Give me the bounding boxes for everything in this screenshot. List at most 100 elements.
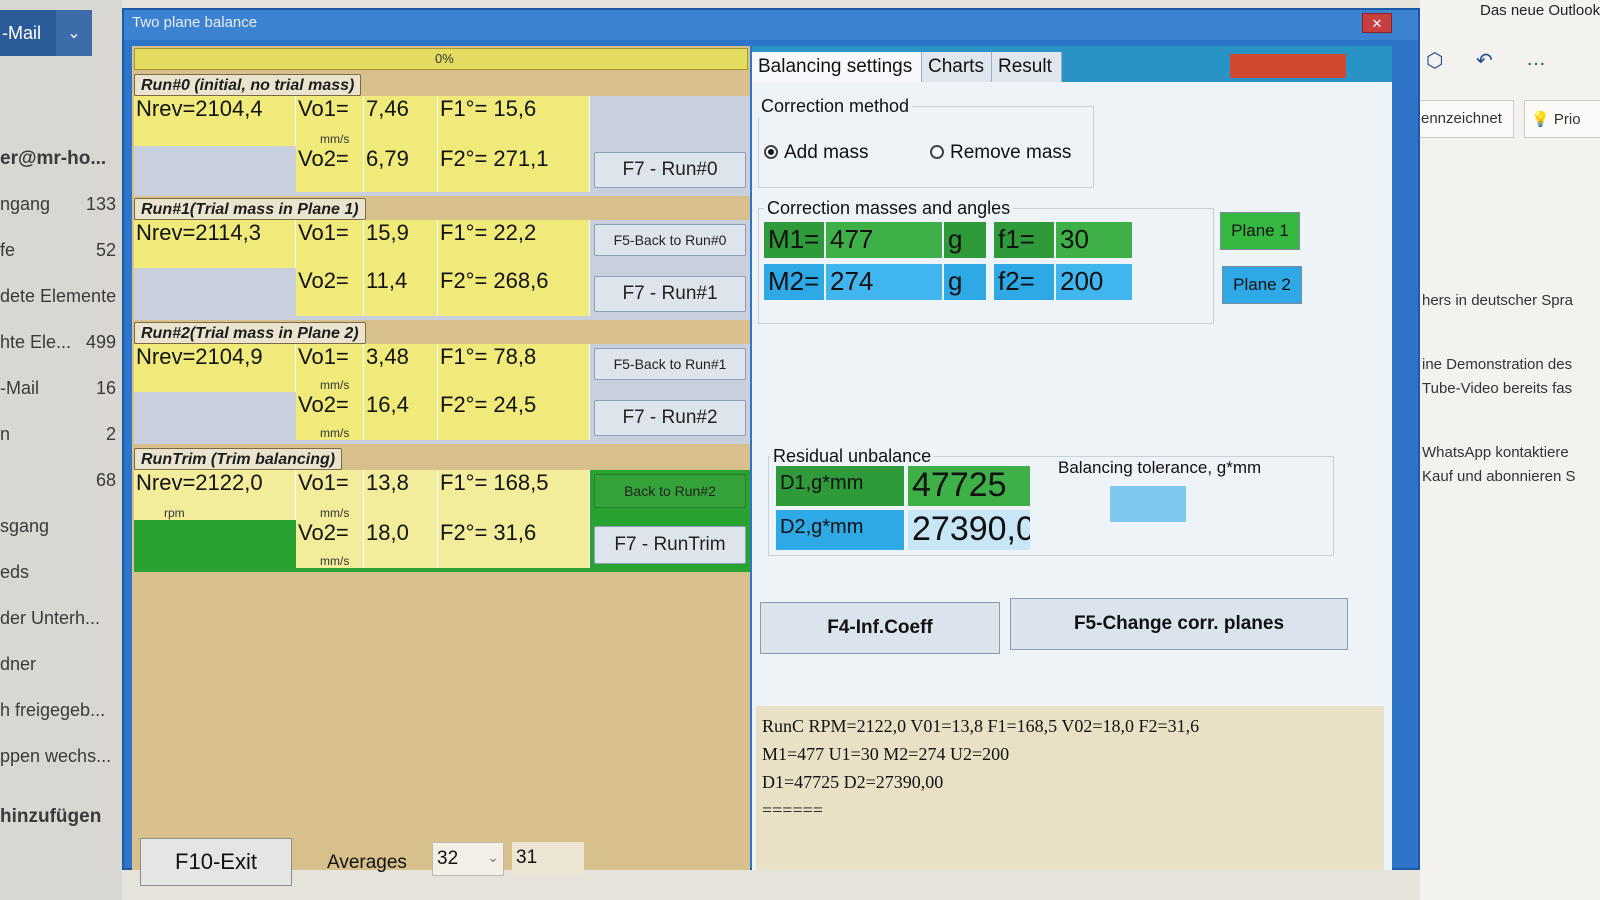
plane-1-button[interactable]: Plane 1 — [1220, 212, 1300, 250]
chevron-down-icon: ⌄ — [487, 849, 499, 865]
tab-charts[interactable]: Charts — [922, 52, 992, 82]
back-to-run1-button[interactable]: F5-Back to Run#1 — [594, 348, 746, 380]
tab-result[interactable]: Result — [992, 52, 1062, 82]
f1-angle-value: 30 — [1056, 222, 1132, 258]
vo2-label: Vo2= — [296, 146, 364, 192]
f2-angle-value: 200 — [1056, 264, 1132, 300]
radio-selected-icon — [764, 145, 778, 159]
add-mass-radio[interactable]: Add mass — [764, 142, 868, 164]
vo2-value: 18,0 — [364, 520, 438, 568]
window-title: Two plane balance — [132, 14, 258, 31]
unit-label: mm/s — [320, 506, 350, 520]
nrev-value: Nrev=2114,3 — [134, 220, 296, 268]
more-icon[interactable]: … — [1526, 48, 1546, 71]
outlook-folder-item[interactable]: ppen wechs... — [0, 746, 120, 774]
vo2-value: 11,4 — [364, 268, 438, 316]
f7-run-button[interactable]: F7 - Run#2 — [594, 400, 746, 436]
back-to-run2-button[interactable]: Back to Run#2 — [594, 474, 746, 508]
priority-chip[interactable]: 💡 Prio — [1524, 100, 1600, 138]
run-body: Nrev=2122,0 rpm Vo1= mm/s 13,8 F1°= 168,5 … — [134, 470, 750, 572]
d1-value: 47725 — [908, 466, 1030, 506]
m1-value: 477 — [826, 222, 942, 258]
f2-value: F2°= 271,1 — [438, 146, 590, 192]
vo2-label: Vo2= mm/s — [296, 392, 364, 440]
progress-bar: 0% — [134, 48, 748, 70]
preview-line: hers in deutscher Spra — [1422, 292, 1573, 309]
outlook-folder-item[interactable]: der Unterh... — [0, 608, 120, 636]
balance-window: Two plane balance ✕ 0% Run#0 (initial, n… — [122, 8, 1420, 886]
tolerance-input[interactable] — [1110, 486, 1186, 522]
f1-value: F1°= 22,2 — [438, 220, 590, 268]
unit-label: mm/s — [320, 426, 350, 440]
tag-icon[interactable]: ⬡ — [1426, 48, 1443, 73]
chevron-down-icon[interactable]: ⌄ — [56, 10, 92, 56]
outlook-folder-item[interactable]: 68 — [0, 470, 120, 498]
preview-line: WhatsApp kontaktiere — [1422, 444, 1569, 461]
new-outlook-toggle-label[interactable]: Das neue Outlook — [1480, 2, 1600, 19]
change-planes-button[interactable]: F5-Change corr. planes — [1010, 598, 1348, 650]
vo2-value: 16,4 — [364, 392, 438, 440]
m1-label: M1= — [764, 222, 824, 258]
inf-coeff-button[interactable]: F4-Inf.Coeff — [760, 602, 1000, 654]
remove-mass-radio[interactable]: Remove mass — [930, 142, 1071, 164]
settings-pane: Balancing settings Charts Result Correct… — [752, 46, 1392, 870]
outlook-mail-tab[interactable]: -Mail ⌄ — [0, 10, 92, 56]
tab-bar: Balancing settings Charts Result — [752, 46, 1392, 82]
f7-run-button[interactable]: F7 - Run#0 — [594, 152, 746, 188]
outlook-folder-item[interactable]: hte Ele... 499 — [0, 332, 120, 360]
unit-label: mm/s — [320, 132, 350, 146]
run-header: RunTrim (Trim balancing) — [134, 448, 343, 470]
outlook-sidebar: -Mail ⌄ er@mr-ho... ngang 133 fe 52 dete E… — [0, 0, 122, 900]
close-button[interactable]: ✕ — [1362, 13, 1392, 33]
vo1-label: Vo1= mm/s — [296, 470, 364, 520]
outlook-folder-item[interactable]: -Mail 16 — [0, 378, 120, 406]
vo2-label: Vo2= mm/s — [296, 520, 364, 568]
log-line: ====== — [762, 800, 823, 820]
flag-chip[interactable]: ennzeichnet — [1420, 100, 1514, 138]
f1-value: F1°= 168,5 — [438, 470, 590, 520]
averages-select[interactable]: 32 ⌄ — [432, 842, 504, 876]
f1-value: F1°= 15,6 — [438, 96, 590, 146]
outlook-folder-item[interactable]: dner — [0, 654, 120, 682]
run-body: Nrev=2114,3 Vo1= 15,9 F1°= 22,2 Vo2= 11,… — [134, 220, 750, 320]
tab-balancing-settings[interactable]: Balancing settings — [752, 52, 922, 82]
status-indicator — [1230, 54, 1346, 78]
plane-2-button[interactable]: Plane 2 — [1222, 266, 1302, 304]
vo2-label: Vo2= — [296, 268, 364, 316]
outlook-folder-item[interactable]: h freigegeb... — [0, 700, 120, 728]
bulb-icon: 💡 — [1531, 111, 1550, 128]
outlook-folder-item[interactable]: fe 52 — [0, 240, 120, 268]
back-to-run0-button[interactable]: F5-Back to Run#0 — [594, 224, 746, 256]
run-body: Nrev=2104,4 Vo1= mm/s 7,46 F1°= 15,6 Vo2=… — [134, 96, 750, 196]
run-body: Nrev=2104,9 Vo1= mm/s 3,48 F1°= 78,8 Vo2=… — [134, 344, 750, 444]
outlook-folder-item[interactable]: sgang — [0, 516, 120, 544]
undo-icon[interactable]: ↶ — [1476, 48, 1493, 73]
outlook-folder-item[interactable]: ngang 133 — [0, 194, 120, 222]
d1-label: D1,g*mm — [776, 466, 904, 506]
residual-unbalance-title: Residual unbalance — [770, 446, 935, 467]
f2-value: F2°= 268,6 — [438, 268, 590, 316]
log-line: D1=47725 D2=27390,00 — [762, 772, 944, 792]
outlook-folder-item[interactable]: eds — [0, 562, 120, 590]
vo1-label: Vo1= mm/s — [296, 344, 364, 392]
preview-line: Tube-Video bereits fas — [1422, 380, 1573, 397]
add-folder-link[interactable]: hinzufügen — [0, 806, 120, 834]
m2-label: M2= — [764, 264, 824, 300]
preview-line: ine Demonstration des — [1422, 356, 1573, 373]
f7-run-button[interactable]: F7 - Run#1 — [594, 276, 746, 312]
outlook-account[interactable]: er@mr-ho... — [0, 148, 120, 176]
outlook-folder-item[interactable]: dete Elemente — [0, 286, 120, 314]
exit-button[interactable]: F10-Exit — [140, 838, 292, 886]
correction-masses-title: Correction masses and angles — [764, 198, 1014, 219]
vo1-value: 15,9 — [364, 220, 438, 268]
unit-label: rpm — [164, 506, 185, 520]
unit-label: mm/s — [320, 554, 350, 568]
m2-value: 274 — [826, 264, 942, 300]
nrev-value: Nrev=2122,0 rpm — [134, 470, 296, 520]
f7-runtrim-button[interactable]: F7 - RunTrim — [594, 526, 746, 564]
vo1-label: Vo1= — [296, 220, 364, 268]
window-titlebar[interactable]: Two plane balance ✕ — [124, 10, 1418, 40]
m2-unit: g — [944, 264, 986, 300]
outlook-folder-item[interactable]: n2 — [0, 424, 120, 452]
f1-angle-label: f1= — [994, 222, 1054, 258]
